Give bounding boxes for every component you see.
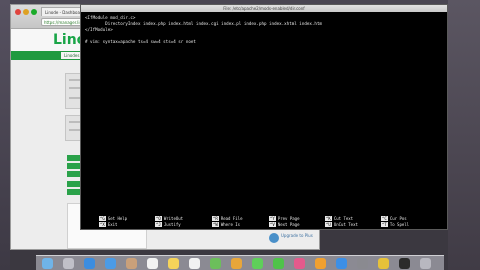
shortcut-key: ^R: [212, 216, 219, 221]
reminders-icon[interactable]: [189, 258, 200, 269]
trash-icon[interactable]: [420, 258, 431, 269]
desktop-background-left: [0, 0, 10, 270]
shortcut-exit: ^X Exit: [99, 222, 117, 227]
upgrade-text[interactable]: Upgrade to Plus: [281, 233, 321, 238]
action-button[interactable]: [67, 181, 80, 187]
shortcut-label: Read File: [220, 216, 243, 221]
shortcut-next-page: ^V Next Page: [269, 222, 300, 227]
shortcut-to-spell: ^T To Spell: [381, 222, 409, 227]
zoom-window-button[interactable]: [31, 9, 37, 15]
action-button[interactable]: [67, 189, 80, 195]
terminal-body[interactable]: <IfModule mod_dir.c> DirectoryIndex inde…: [81, 12, 447, 229]
notes-icon[interactable]: [168, 258, 179, 269]
desktop-background-right: [448, 0, 480, 270]
action-button[interactable]: [67, 155, 80, 161]
shortcut-get-help: ^G Get Help: [99, 216, 127, 221]
chrome-icon[interactable]: [378, 258, 389, 269]
shortcut-label: Cut Text: [333, 216, 354, 221]
shortcut-label: Next Page: [277, 222, 300, 227]
messages-icon[interactable]: [252, 258, 263, 269]
system-preferences-icon[interactable]: [357, 258, 368, 269]
finder-icon[interactable]: [42, 258, 53, 269]
mail-icon[interactable]: [105, 258, 116, 269]
itunes-icon[interactable]: [294, 258, 305, 269]
launchpad-icon[interactable]: [63, 258, 74, 269]
shortcut-uncut-text: ^U UnCut Text: [325, 222, 358, 227]
shortcut-prev-page: ^Y Prev Page: [269, 216, 300, 221]
shortcut-justify: ^J Justify: [155, 222, 181, 227]
safari-icon[interactable]: [84, 258, 95, 269]
shortcut-cur-pos: ^C Cur Pos: [381, 216, 407, 221]
shortcut-cut-text: ^K Cut Text: [325, 216, 353, 221]
shortcut-key: ^K: [325, 216, 332, 221]
shortcut-label: Get Help: [107, 216, 128, 221]
terminal-icon[interactable]: [399, 258, 410, 269]
shortcut-key: ^Y: [269, 216, 276, 221]
shortcut-key: ^J: [155, 222, 162, 227]
app-store-icon[interactable]: [336, 258, 347, 269]
facetime-icon[interactable]: [273, 258, 284, 269]
editor-line: </IfModule>: [85, 27, 113, 32]
action-button[interactable]: [67, 171, 80, 177]
photos-icon[interactable]: [231, 258, 242, 269]
terminal-titlebar: File: /etc/apache2/mods-enabled/dir.conf: [81, 5, 447, 12]
shortcut-label: Justify: [163, 222, 181, 227]
shortcut-key: ^X: [99, 222, 106, 227]
ibooks-icon[interactable]: [315, 258, 326, 269]
shortcut-label: Prev Page: [277, 216, 300, 221]
close-window-button[interactable]: [15, 9, 21, 15]
shortcut-key: ^W: [212, 222, 219, 227]
shortcut-key: ^G: [99, 216, 106, 221]
shortcut-label: WriteOut: [163, 216, 184, 221]
shortcut-label: UnCut Text: [333, 222, 358, 227]
maps-icon[interactable]: [210, 258, 221, 269]
editor-line: DirectoryIndex index.php index.html inde…: [85, 21, 322, 26]
contacts-icon[interactable]: [126, 258, 137, 269]
shortcut-writeout: ^O WriteOut: [155, 216, 183, 221]
shortcut-label: Cur Pos: [389, 216, 407, 221]
shortcut-label: Exit: [107, 222, 118, 227]
shortcut-where-is: ^W Where Is: [212, 222, 240, 227]
shortcut-read-file: ^R Read File: [212, 216, 243, 221]
terminal-window: File: /etc/apache2/mods-enabled/dir.conf…: [80, 4, 448, 230]
upgrade-icon[interactable]: [269, 233, 279, 243]
shortcut-key: ^T: [381, 222, 388, 227]
dock: [36, 255, 444, 270]
action-button[interactable]: [67, 163, 80, 169]
shortcut-key: ^V: [269, 222, 276, 227]
terminal-title: File: /etc/apache2/mods-enabled/dir.conf: [223, 6, 305, 11]
shortcut-label: To Spell: [389, 222, 410, 227]
calendar-icon[interactable]: [147, 258, 158, 269]
minimize-window-button[interactable]: [23, 9, 29, 15]
shortcut-key: ^U: [325, 222, 332, 227]
shortcut-key: ^O: [155, 216, 162, 221]
editor-line: # vim: syntax=apache ts=4 sw=4 sts=4 sr …: [85, 39, 196, 44]
shortcut-key: ^C: [381, 216, 388, 221]
shortcut-label: Where Is: [220, 222, 241, 227]
editor-line: <IfModule mod_dir.c>: [85, 15, 136, 20]
